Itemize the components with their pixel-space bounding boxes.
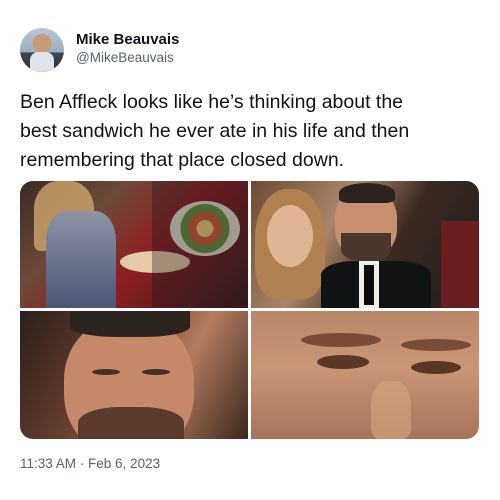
media-grid xyxy=(20,181,479,439)
avatar[interactable] xyxy=(20,28,64,72)
media-photo-4[interactable] xyxy=(251,311,479,439)
media-photo-1[interactable] xyxy=(20,181,248,308)
author-name[interactable]: Mike Beauvais xyxy=(76,31,179,48)
tweet-text-line: remembering that place closed down. xyxy=(20,149,345,171)
tweet-timestamp[interactable]: 11:33 AM · Feb 6, 2023 xyxy=(20,456,160,471)
media-photo-2[interactable] xyxy=(251,181,479,308)
media-photo-3[interactable] xyxy=(20,311,248,439)
avatar-shirt xyxy=(30,52,54,72)
author-handle[interactable]: @MikeBeauvais xyxy=(76,50,174,65)
tweet-text: Ben Affleck looks like he’s thinking abo… xyxy=(20,88,485,175)
tweet-text-line: Ben Affleck looks like he’s thinking abo… xyxy=(20,91,404,113)
tweet-text-line: best sandwich he ever ate in his life an… xyxy=(20,120,410,142)
